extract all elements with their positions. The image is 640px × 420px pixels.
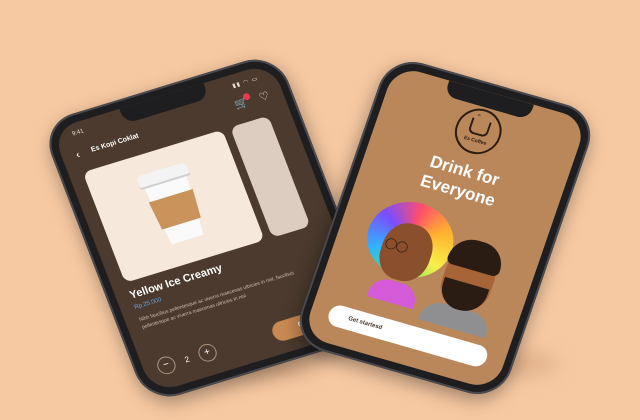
heart-icon[interactable]: ♡ — [257, 89, 271, 104]
coffee-mug-icon: ≈ Es Coffee — [448, 103, 508, 160]
coffee-cup-illustration — [132, 161, 218, 253]
onboarding-screen: ≈ Es Coffee Drink for Everyone ◯◯ Get st… — [302, 65, 588, 391]
quantity-value: 2 — [183, 354, 191, 364]
store-name: Es Kopi Coklat — [90, 132, 140, 154]
status-icons: ▮▮ ◠ ▭ — [231, 76, 260, 90]
quantity-plus-button[interactable]: + — [195, 341, 220, 364]
phone-onboarding: ≈ Es Coffee Drink for Everyone ◯◯ Get st… — [290, 54, 600, 402]
quantity-stepper: − 2 + — [154, 341, 220, 377]
chevron-left-icon[interactable]: ‹ — [74, 149, 82, 161]
status-time: 9:41 — [71, 128, 85, 138]
quantity-minus-button[interactable]: − — [154, 354, 179, 377]
